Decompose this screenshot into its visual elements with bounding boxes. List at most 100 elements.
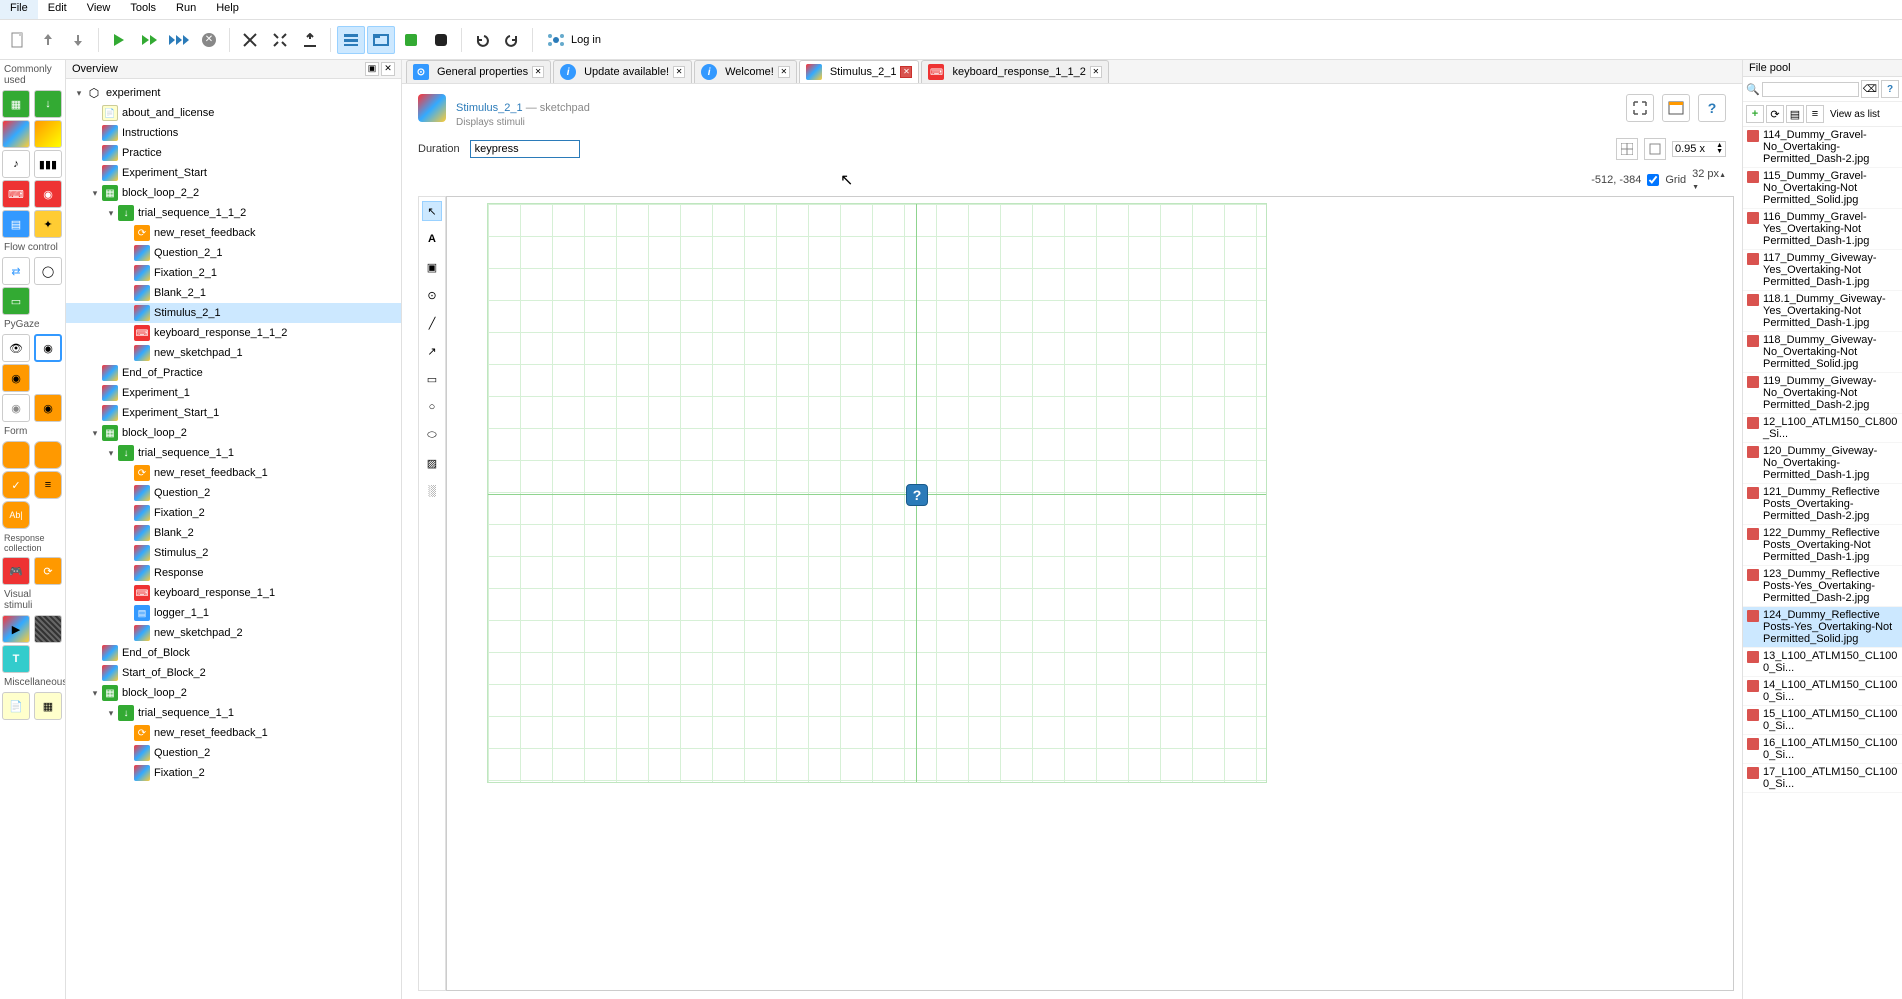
tool-coroutines[interactable]: ⇄ <box>2 257 30 285</box>
editor-tab[interactable]: ⊙General properties✕ <box>406 60 551 83</box>
tool-pygaze-drift[interactable]: ◉ <box>2 394 30 422</box>
tool-logger[interactable]: ▤ <box>2 210 30 238</box>
variable-inspector-button[interactable] <box>397 26 425 54</box>
tool-video[interactable]: ▶ <box>2 615 30 643</box>
tree-item[interactable]: ▸Instructions <box>66 123 401 143</box>
tree-twisty-icon[interactable]: ▾ <box>104 448 118 459</box>
item-title[interactable]: Stimulus_2_1 — sketchpad <box>456 94 590 117</box>
file-pool-item[interactable]: 13_L100_ATLM150_CL1000_Si... <box>1743 648 1902 677</box>
editor-tab[interactable]: Stimulus_2_1✕ <box>799 60 920 83</box>
line-tool[interactable]: ╱ <box>422 313 442 333</box>
editor-tab[interactable]: iWelcome!✕ <box>694 60 797 83</box>
tree-item[interactable]: ▸Experiment_Start_1 <box>66 403 401 423</box>
file-pool-item[interactable]: 115_Dummy_Gravel-No_Overtaking-Not Permi… <box>1743 168 1902 209</box>
tree-item[interactable]: ▾↓trial_sequence_1_1 <box>66 443 401 463</box>
tool-form-text-display[interactable]: ≡ <box>34 471 62 499</box>
editor-tab[interactable]: iUpdate available!✕ <box>553 60 692 83</box>
help-button[interactable]: ? <box>1698 94 1726 122</box>
file-pool-search[interactable] <box>1762 82 1859 97</box>
file-pool-item[interactable]: 121_Dummy_Reflective Posts_Overtaking-Pe… <box>1743 484 1902 525</box>
tool-sequence[interactable]: ↓ <box>34 90 62 118</box>
file-pool-item[interactable]: 15_L100_ATLM150_CL1000_Si... <box>1743 706 1902 735</box>
tree-item[interactable]: ▾▦block_loop_2 <box>66 683 401 703</box>
tool-loop[interactable]: ▦ <box>2 90 30 118</box>
tool-joystick[interactable]: 🎮 <box>2 557 30 585</box>
file-pool-item[interactable]: 16_L100_ATLM150_CL1000_Si... <box>1743 735 1902 764</box>
overview-undock-button[interactable]: ▣ <box>365 62 379 76</box>
tree-item[interactable]: ▸⌨keyboard_response_1_1_2 <box>66 323 401 343</box>
grid-size-spinner[interactable]: 32 px▲▼ <box>1692 168 1726 192</box>
grid-toggle-button[interactable] <box>1616 138 1638 160</box>
new-file-button[interactable] <box>4 26 32 54</box>
circle-tool[interactable]: ○ <box>422 397 442 417</box>
file-pool-item[interactable]: 17_L100_ATLM150_CL1000_Si... <box>1743 764 1902 793</box>
file-pool-item[interactable]: 117_Dummy_Giveway-Yes_Overtaking-Not Per… <box>1743 250 1902 291</box>
file-pool-item[interactable]: 118_Dummy_Giveway-No_Overtaking-Not Perm… <box>1743 332 1902 373</box>
tab-close-button[interactable]: ✕ <box>778 66 790 78</box>
tree-twisty-icon[interactable]: ▾ <box>72 88 86 99</box>
menu-tools[interactable]: Tools <box>120 0 166 19</box>
tree-item[interactable]: ▸Blank_2 <box>66 523 401 543</box>
tool-feedback[interactable] <box>34 120 62 148</box>
tree-twisty-icon[interactable]: ▾ <box>104 708 118 719</box>
tab-close-button[interactable]: ✕ <box>900 66 912 78</box>
file-pool-list[interactable]: 114_Dummy_Gravel-No_Overtaking-Permitted… <box>1743 127 1902 999</box>
tool-pygaze-init[interactable]: 👁 <box>2 334 30 362</box>
file-pool-item[interactable]: 120_Dummy_Giveway-No_Overtaking-Permitte… <box>1743 443 1902 484</box>
editor-tab[interactable]: ⌨keyboard_response_1_1_2✕ <box>921 60 1108 83</box>
filepool-toggle[interactable] <box>367 26 395 54</box>
zoom-fit-button[interactable] <box>1644 138 1666 160</box>
file-pool-item[interactable]: 124_Dummy_Reflective Posts-Yes_Overtakin… <box>1743 607 1902 648</box>
tool-sampler[interactable]: ♪ <box>2 150 30 178</box>
tool-pygaze-wait[interactable]: ◉ <box>34 394 62 422</box>
fullscreen-button[interactable] <box>1626 94 1654 122</box>
tool-advanced-delay[interactable]: ▭ <box>2 287 30 315</box>
tab-close-button[interactable]: ✕ <box>1090 66 1102 78</box>
tool-keyboard[interactable]: ⌨ <box>2 180 30 208</box>
file-pool-item[interactable]: 14_L100_ATLM150_CL1000_Si... <box>1743 677 1902 706</box>
menu-run[interactable]: Run <box>166 0 206 19</box>
tool-notepad[interactable]: 📄 <box>2 692 30 720</box>
tree-item[interactable]: ▸⌨keyboard_response_1_1 <box>66 583 401 603</box>
tree-twisty-icon[interactable]: ▾ <box>88 688 102 699</box>
tree-item[interactable]: ▸Fixation_2_1 <box>66 263 401 283</box>
gabor-tool[interactable]: ▨ <box>422 453 442 473</box>
download-button[interactable] <box>64 26 92 54</box>
file-pool-item[interactable]: 122_Dummy_Reflective Posts_Overtaking-No… <box>1743 525 1902 566</box>
grid-checkbox[interactable] <box>1647 174 1659 186</box>
overview-toggle[interactable] <box>337 26 365 54</box>
tree-item[interactable]: ▸Question_2_1 <box>66 243 401 263</box>
tool-text[interactable]: T <box>2 645 30 673</box>
tree-item[interactable]: ▸Practice <box>66 143 401 163</box>
menu-view[interactable]: View <box>77 0 121 19</box>
file-pool-item[interactable]: 116_Dummy_Gravel-Yes_Overtaking-Not Perm… <box>1743 209 1902 250</box>
tool-form-mc[interactable]: ✓ <box>2 471 30 499</box>
tree-item[interactable]: ▸End_of_Block <box>66 643 401 663</box>
tree-item[interactable]: ▸Question_2 <box>66 483 401 503</box>
tool-pygaze-start[interactable]: ◉ <box>2 364 30 392</box>
quick-run-button[interactable] <box>165 26 193 54</box>
zoom-spinner[interactable]: 0.95 x▲▼ <box>1672 141 1726 157</box>
file-pool-refresh-button[interactable]: ⟳ <box>1766 105 1784 123</box>
tree-item[interactable]: ▸Blank_2_1 <box>66 283 401 303</box>
file-pool-item[interactable]: 114_Dummy_Gravel-No_Overtaking-Permitted… <box>1743 127 1902 168</box>
tree-item[interactable]: ▸Start_of_Block_2 <box>66 663 401 683</box>
tree-item[interactable]: ▾⬡experiment <box>66 83 401 103</box>
tool-form-base[interactable] <box>2 441 30 469</box>
missing-image-placeholder-icon[interactable]: ? <box>906 484 928 506</box>
kill-button[interactable] <box>236 26 264 54</box>
tool-misc[interactable]: ▦ <box>34 692 62 720</box>
tree-item[interactable]: ▸Question_2 <box>66 743 401 763</box>
tool-sketchpad[interactable] <box>2 120 30 148</box>
tool-reset-feedback[interactable]: ⟳ <box>34 557 62 585</box>
tool-mouse[interactable]: ◉ <box>34 180 62 208</box>
menu-file[interactable]: File <box>0 0 38 19</box>
file-pool-help-button[interactable]: ? <box>1881 80 1899 98</box>
tree-twisty-icon[interactable]: ▾ <box>104 208 118 219</box>
tree-item[interactable]: ▸⟳new_reset_feedback <box>66 223 401 243</box>
tree-item[interactable]: ▸new_sketchpad_1 <box>66 343 401 363</box>
debug-window-button[interactable] <box>427 26 455 54</box>
rect-tool[interactable]: ▭ <box>422 369 442 389</box>
tool-form-text-input[interactable]: Ab| <box>2 501 30 529</box>
tool-synth[interactable]: ▮▮▮ <box>34 150 62 178</box>
